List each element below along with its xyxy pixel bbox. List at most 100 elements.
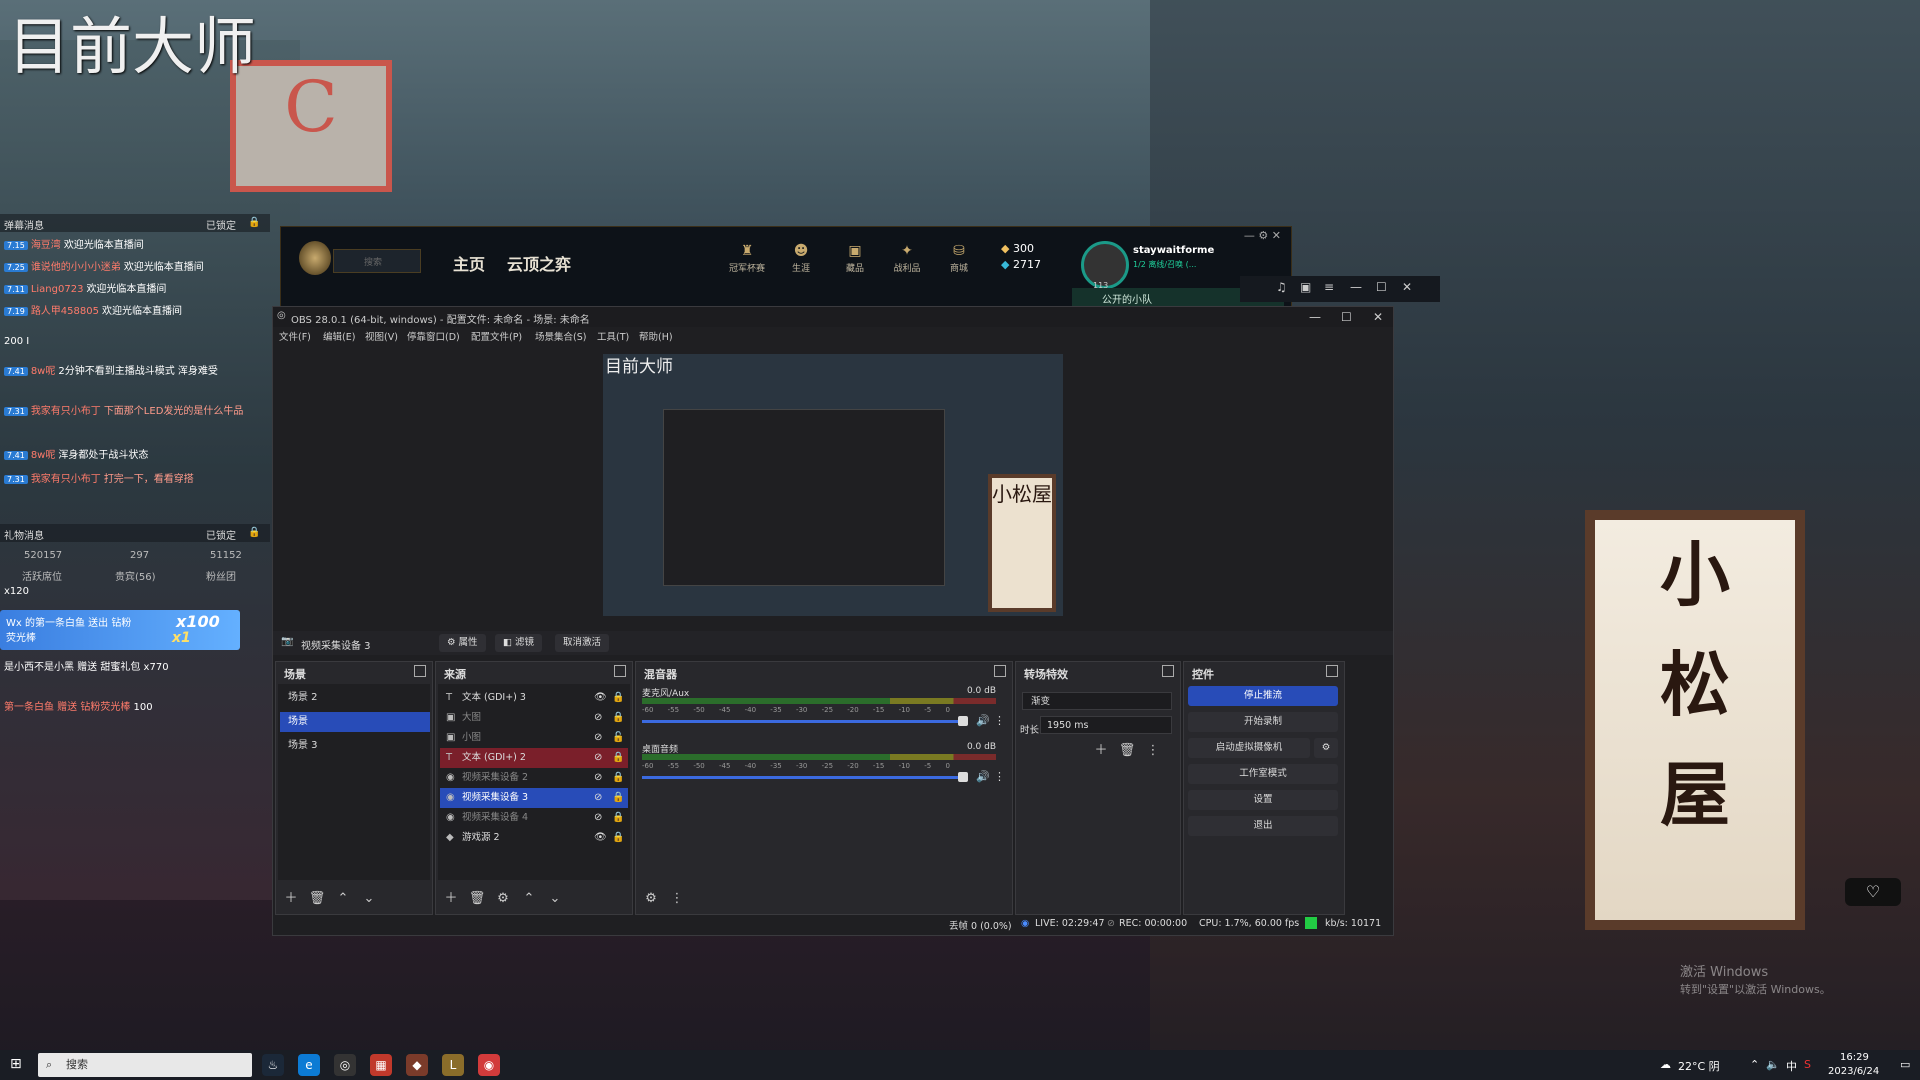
minimize-icon[interactable]: — xyxy=(1309,310,1321,324)
remove-source-button[interactable]: 🗑 xyxy=(468,890,486,908)
store-icon[interactable]: ⛁ xyxy=(939,243,979,259)
obs-preview[interactable]: 目前大师 小松屋 xyxy=(603,354,1063,616)
scene-item-selected[interactable]: 场景 xyxy=(280,712,430,732)
gear-icon[interactable]: ⚙ xyxy=(494,890,512,908)
maximize-icon[interactable]: ☐ xyxy=(1376,280,1387,294)
loot-icon[interactable]: ✦ xyxy=(887,243,927,259)
weather-icon[interactable]: ☁ xyxy=(1660,1058,1671,1071)
close-icon[interactable]: ✕ xyxy=(1373,310,1383,324)
edge-icon[interactable]: e xyxy=(298,1054,320,1076)
scene-item[interactable]: 场景 2 xyxy=(280,688,430,708)
start-virtual-camera-button[interactable]: 启动虚拟摄像机 xyxy=(1188,738,1310,758)
source-item[interactable]: ◉ 视频采集设备 2 ⊘ 🔒 xyxy=(440,768,628,788)
menu-help[interactable]: 帮助(H) xyxy=(639,329,673,343)
tab-active-seats[interactable]: 活跃席位 xyxy=(22,568,62,583)
speaker-icon[interactable]: 🔊 xyxy=(976,714,990,727)
add-transition-button[interactable]: ＋ xyxy=(1092,742,1110,760)
remove-scene-button[interactable]: 🗑 xyxy=(308,890,326,908)
window-icon[interactable]: ▣ xyxy=(1300,280,1311,294)
more-options-icon[interactable]: ⋮ xyxy=(668,890,686,908)
settings-button[interactable]: 设置 xyxy=(1188,790,1338,810)
visibility-icon[interactable]: 👁 xyxy=(594,828,607,848)
popout-icon[interactable] xyxy=(1326,665,1338,677)
popout-icon[interactable] xyxy=(1162,665,1174,677)
source-item[interactable]: ◉ 视频采集设备 4 ⊘ 🔒 xyxy=(440,808,628,828)
scene-item[interactable]: 场景 3 xyxy=(280,736,430,756)
danmaku-lock-status[interactable]: 已锁定 xyxy=(206,217,236,232)
volume-slider-handle[interactable] xyxy=(958,772,968,782)
collection-icon[interactable]: ▣ xyxy=(835,243,875,259)
transition-select[interactable]: 渐变 xyxy=(1022,692,1172,710)
hidden-icon[interactable]: ⊘ xyxy=(594,788,602,808)
antivirus-icon[interactable]: S xyxy=(1804,1058,1811,1071)
clock-time[interactable]: 16:29 xyxy=(1840,1052,1869,1063)
heart-icon[interactable]: ♡ xyxy=(1845,878,1901,906)
popout-icon[interactable] xyxy=(994,665,1006,677)
move-up-icon[interactable]: ⌃ xyxy=(520,890,538,908)
obs-icon[interactable]: ◎ xyxy=(334,1054,356,1076)
more-options-icon[interactable]: ⋮ xyxy=(994,714,1005,727)
advanced-audio-icon[interactable]: ⚙ xyxy=(642,890,660,908)
close-icon[interactable]: ✕ xyxy=(1402,280,1412,294)
add-source-button[interactable]: ＋ xyxy=(442,890,460,908)
gear-icon[interactable]: ⚙ xyxy=(1314,738,1338,758)
menu-icon[interactable]: ≡ xyxy=(1324,280,1334,294)
duration-input[interactable]: 1950 ms xyxy=(1040,716,1172,734)
popout-icon[interactable] xyxy=(414,665,426,677)
notification-icon[interactable]: ▭ xyxy=(1900,1058,1910,1071)
headset-icon[interactable]: ♫ xyxy=(1276,280,1287,294)
menu-tools[interactable]: 工具(T) xyxy=(597,329,629,343)
source-item[interactable]: ◆ 游戏源 2 👁 🔒 xyxy=(440,828,628,848)
netease-music-icon[interactable]: ◉ xyxy=(478,1054,500,1076)
move-down-icon[interactable]: ⌄ xyxy=(360,890,378,908)
wegame-icon[interactable]: ◆ xyxy=(406,1054,428,1076)
menu-scene-collection[interactable]: 场景集合(S) xyxy=(535,329,586,343)
hidden-icon[interactable]: ⊘ xyxy=(594,748,602,768)
hidden-icon[interactable]: ⊘ xyxy=(594,768,602,788)
tab-fan-club[interactable]: 粉丝团 xyxy=(206,568,236,583)
gift-lock-status[interactable]: 已锁定 xyxy=(206,527,236,542)
stop-streaming-button[interactable]: 停止推流 xyxy=(1188,686,1338,706)
move-down-icon[interactable]: ⌄ xyxy=(546,890,564,908)
tab-vip[interactable]: 贵宾(56) xyxy=(115,568,156,583)
more-options-icon[interactable]: ⋮ xyxy=(1144,742,1162,760)
menu-profile[interactable]: 配置文件(P) xyxy=(471,329,522,343)
volume-slider[interactable] xyxy=(642,776,962,779)
filters-button[interactable]: ◧ 滤镜 xyxy=(495,634,543,652)
minimize-icon[interactable]: — xyxy=(1350,280,1362,294)
volume-slider[interactable] xyxy=(642,720,962,723)
popout-icon[interactable] xyxy=(614,665,626,677)
volume-slider-handle[interactable] xyxy=(958,716,968,726)
source-item[interactable]: ▣ 小图 ⊘ 🔓 xyxy=(440,728,628,748)
lock-icon[interactable]: 🔒 xyxy=(248,527,260,538)
lock-icon[interactable]: 🔒 xyxy=(248,217,260,228)
windows-start-icon[interactable]: ⊞ xyxy=(10,1056,22,1072)
menu-view[interactable]: 视图(V) xyxy=(365,329,398,343)
properties-button[interactable]: ⚙ 属性 xyxy=(439,634,486,652)
hidden-icon[interactable]: ⊘ xyxy=(594,708,602,728)
tray-overflow-icon[interactable]: ⌃ xyxy=(1750,1058,1759,1071)
clock-date[interactable]: 2023/6/24 xyxy=(1828,1066,1879,1077)
deactivate-button[interactable]: 取消激活 xyxy=(555,634,610,652)
menu-file[interactable]: 文件(F) xyxy=(279,329,311,343)
lock-icon[interactable]: 🔒 xyxy=(612,808,624,828)
maximize-icon[interactable]: ☐ xyxy=(1341,310,1352,324)
add-scene-button[interactable]: ＋ xyxy=(282,890,300,908)
source-item[interactable]: T 文本 (GDI+) 3 👁 🔒 xyxy=(440,688,628,708)
lock-icon[interactable]: 🔒 xyxy=(612,788,624,808)
league-logo-icon[interactable] xyxy=(299,241,331,275)
move-up-icon[interactable]: ⌃ xyxy=(334,890,352,908)
source-item[interactable]: ▣ 大图 ⊘ 🔒 xyxy=(440,708,628,728)
hidden-icon[interactable]: ⊘ xyxy=(594,808,602,828)
source-item-selected[interactable]: ◉ 视频采集设备 3 ⊘ 🔒 xyxy=(440,788,628,808)
weather-text[interactable]: 22°C 阴 xyxy=(1678,1058,1720,1074)
visibility-icon[interactable]: 👁 xyxy=(594,688,607,708)
profile-icon[interactable]: ☻ xyxy=(781,243,821,259)
hidden-icon[interactable]: ⊘ xyxy=(594,728,602,748)
menu-docks[interactable]: 停靠窗口(D) xyxy=(407,329,460,343)
studio-mode-button[interactable]: 工作室模式 xyxy=(1188,764,1338,784)
speaker-icon[interactable]: 🔊 xyxy=(976,770,990,783)
lock-icon[interactable]: 🔒 xyxy=(612,708,624,728)
league-window-controls[interactable]: — ⚙ ✕ xyxy=(1244,229,1281,242)
unlock-icon[interactable]: 🔓 xyxy=(612,728,624,748)
